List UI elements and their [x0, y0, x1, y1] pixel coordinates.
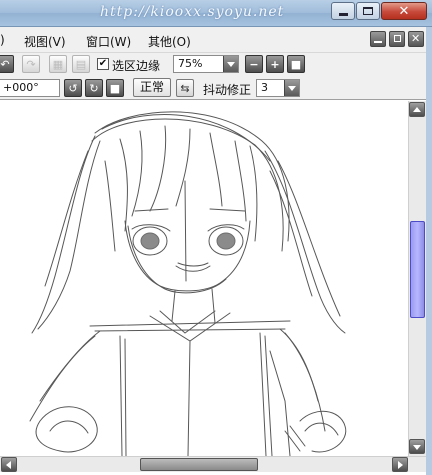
deselect-button[interactable]: ▦ [49, 55, 67, 73]
horizontal-scrollbar[interactable] [0, 456, 426, 472]
redo-icon: ↷ [26, 57, 36, 71]
close-button[interactable]: ✕ [381, 2, 427, 20]
stabilizer-label: 抖动修正 [203, 83, 252, 97]
restore-icon [394, 35, 401, 42]
chevron-down-icon [284, 80, 299, 96]
chevron-down-icon [223, 56, 238, 72]
selection-edge-checkbox[interactable]: ✔ [97, 58, 109, 70]
rotate-left-icon: ↺ [68, 81, 78, 95]
menu-bar: ) 视图(V) 窗口(W) 其他(O) ✕ [0, 27, 432, 53]
normal-mode-button[interactable]: 正常 [133, 78, 172, 97]
square-icon: ■ [290, 57, 302, 71]
zoom-select[interactable]: 75% [173, 55, 239, 73]
toolbar-bottom: +000° ↺ ↻ ■ 正常 ⇆ 抖动修正 3 [0, 76, 432, 100]
rotate-right-icon: ↻ [89, 81, 99, 95]
sketch-artwork [29, 111, 347, 456]
menu-item-view[interactable]: 视图(V) [24, 33, 66, 50]
rotate-right-button[interactable]: ↻ [85, 79, 103, 97]
square-icon: ■ [109, 81, 121, 95]
invert-selection-icon: ▤ [75, 57, 87, 71]
rotation-value: +000° [3, 81, 39, 94]
zoom-out-button[interactable]: − [245, 55, 263, 73]
minimize-icon [338, 12, 348, 16]
maximize-icon [363, 7, 373, 15]
app-window: http://kiooxx.syoyu.net ✕ ) 视图(V) 窗口(W) … [0, 0, 432, 475]
rotate-left-button[interactable]: ↺ [64, 79, 82, 97]
plus-icon: + [270, 57, 280, 71]
deselect-icon: ▦ [52, 57, 64, 71]
menu-item-other[interactable]: 其他(O) [148, 33, 191, 50]
drawing-canvas[interactable] [0, 101, 408, 456]
maximize-button[interactable] [356, 2, 380, 20]
scroll-down-button[interactable] [409, 439, 425, 454]
toolbar-top: ↶ ↷ ▦ ▤ ✔ 选区边缘 75% − + ■ [0, 53, 432, 76]
stabilizer-value: 3 [261, 81, 268, 94]
flip-horizontal-icon: ⇆ [180, 81, 190, 95]
mdi-close-button[interactable]: ✕ [408, 31, 424, 47]
close-icon: ✕ [411, 32, 421, 45]
invert-selection-button[interactable]: ▤ [72, 55, 90, 73]
rotate-reset-button[interactable]: ■ [106, 79, 124, 97]
horizontal-scroll-thumb[interactable] [140, 458, 258, 471]
window-title: http://kiooxx.syoyu.net [100, 4, 285, 20]
minus-icon: − [249, 57, 259, 71]
window-frame-edge [426, 27, 432, 475]
minimize-button[interactable] [331, 2, 355, 20]
undo-button[interactable]: ↶ [0, 55, 14, 73]
selection-edge-label: 选区边缘 [112, 59, 161, 73]
zoom-value: 75% [178, 57, 203, 70]
mdi-minimize-button[interactable] [370, 31, 386, 47]
zoom-reset-button[interactable]: ■ [287, 55, 305, 73]
redo-button[interactable]: ↷ [22, 55, 40, 73]
menu-item-truncated[interactable]: ) [0, 33, 5, 47]
scroll-right-button[interactable] [392, 457, 408, 472]
minimize-icon [374, 41, 382, 43]
menu-item-window[interactable]: 窗口(W) [86, 33, 131, 50]
scroll-up-button[interactable] [409, 102, 425, 117]
title-bar: http://kiooxx.syoyu.net ✕ [0, 0, 432, 27]
stabilizer-select[interactable]: 3 [256, 79, 300, 97]
zoom-in-button[interactable]: + [266, 55, 284, 73]
scroll-left-button[interactable] [1, 457, 17, 472]
flip-horizontal-button[interactable]: ⇆ [176, 79, 194, 97]
close-icon: ✕ [398, 3, 410, 19]
vertical-scrollbar[interactable] [408, 101, 426, 456]
mdi-restore-button[interactable] [389, 31, 405, 47]
vertical-scroll-thumb[interactable] [410, 221, 425, 318]
undo-icon: ↶ [0, 57, 10, 71]
rotation-field[interactable]: +000° [0, 79, 60, 97]
